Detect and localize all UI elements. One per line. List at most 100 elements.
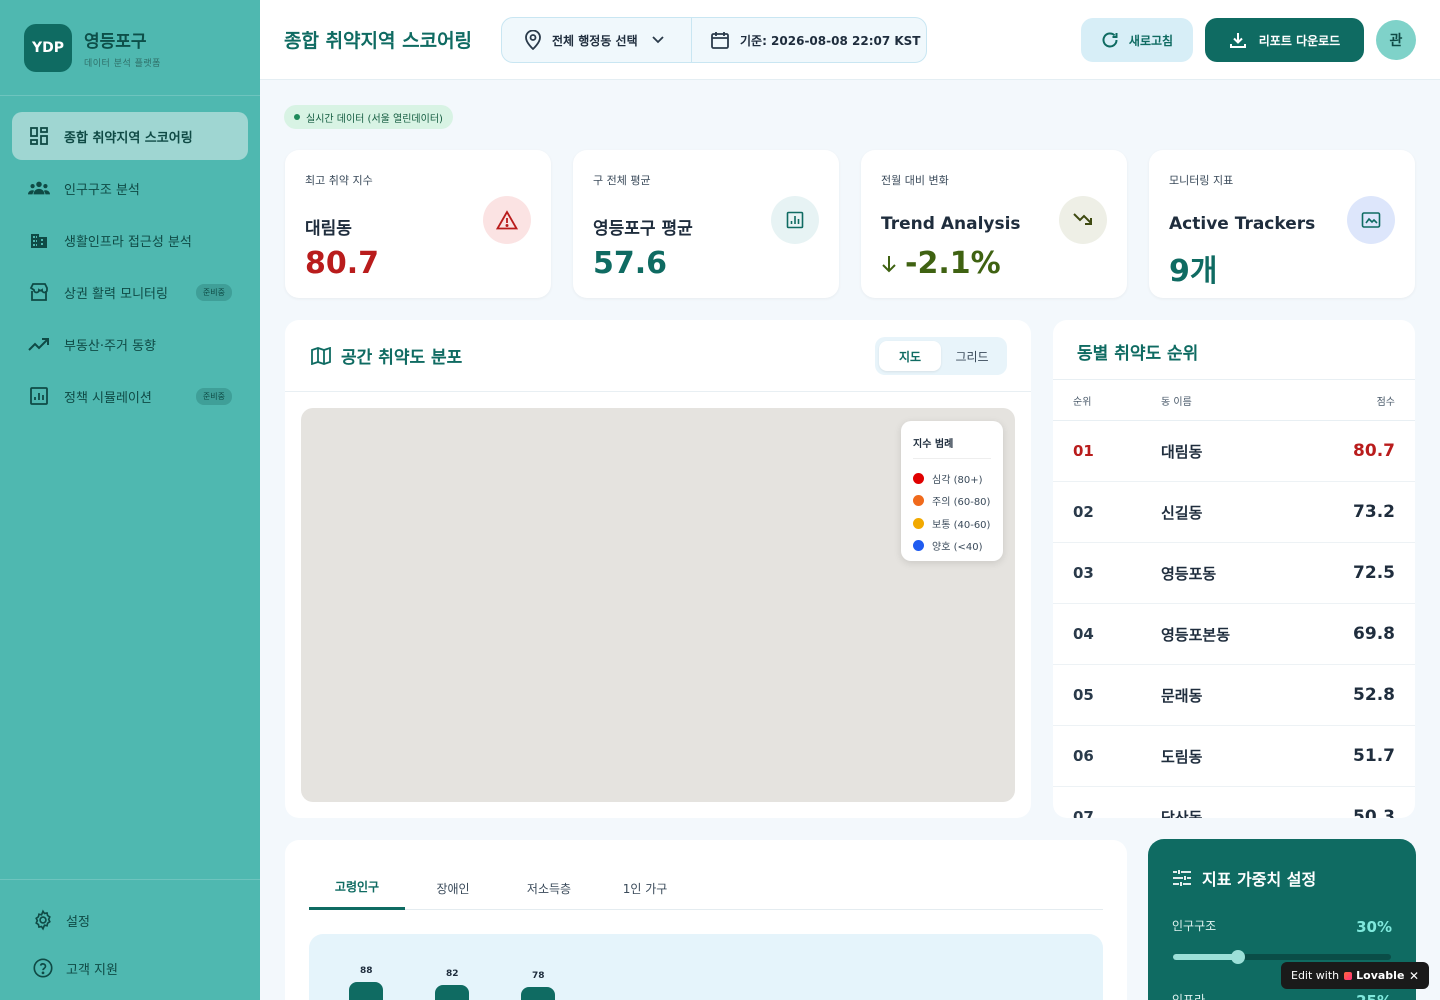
refresh-icon xyxy=(1101,31,1119,49)
timestamp: 기준: 2026-08-08 22:07 KST xyxy=(692,30,921,50)
weight-label-infrastructure: 인프라 xyxy=(1172,993,1206,1000)
sidebar-item-support[interactable]: 고객 지원 xyxy=(12,944,248,992)
stat-card-district-average: 구 전체 평균 영등포구 평균 57.6 xyxy=(573,150,839,298)
toggle-map[interactable]: 지도 xyxy=(879,341,941,371)
sidebar-item-label: 생활인프라 접근성 분석 xyxy=(64,234,192,250)
map-canvas[interactable]: 지수 범례 심각 (80+) 주의 (60-80) 보통 (40-60) 양호 … xyxy=(301,408,1015,802)
sliders-icon xyxy=(1172,869,1192,887)
chevron-down-icon xyxy=(652,36,664,44)
warning-icon xyxy=(483,196,531,244)
dashboard-icon xyxy=(28,125,50,147)
stat-value: 80.7 xyxy=(305,246,380,281)
coming-soon-badge: 준비중 xyxy=(195,283,232,301)
refresh-label: 새로고침 xyxy=(1128,33,1174,48)
brand-logo: YDP xyxy=(24,23,72,72)
sidebar-item-infrastructure[interactable]: 생활인프라 접근성 분석 xyxy=(12,216,248,264)
table-row[interactable]: 01 대림동 80.7 xyxy=(1053,421,1415,482)
table-row[interactable]: 07 당산동 50.3 xyxy=(1053,787,1415,818)
weight-title-text: 지표 가중치 설정 xyxy=(1202,870,1317,889)
legend-dot xyxy=(913,517,924,529)
lovable-logo-icon xyxy=(1344,971,1353,980)
sidebar-item-label: 부동산·주거 동향 xyxy=(64,338,156,354)
legend-dot xyxy=(913,472,924,484)
avatar[interactable]: 관 xyxy=(1376,20,1416,60)
trend-down-icon xyxy=(1059,196,1107,244)
district-name: 문래동 xyxy=(1161,686,1203,705)
stat-card-max-vulnerability: 최고 취약 지수 대림동 80.7 xyxy=(285,150,551,298)
weight-value-population: 30% xyxy=(1356,918,1392,936)
help-icon xyxy=(32,957,54,979)
district-name: 신길동 xyxy=(1161,503,1203,522)
live-dot xyxy=(294,114,300,120)
weight-slider-population[interactable] xyxy=(1173,950,1391,964)
map-panel: 공간 취약도 분포 지도 그리드 지수 범례 심각 (80+) 주의 (60-8… xyxy=(285,320,1031,818)
sidebar-item-label: 인구구조 분석 xyxy=(64,182,140,198)
tab-low-income[interactable]: 저소득층 xyxy=(501,866,597,910)
chart-bar[interactable] xyxy=(521,987,555,1000)
brand[interactable]: YDP 영등포구 데이터 분석 플랫폼 xyxy=(0,0,260,96)
chart-bar[interactable] xyxy=(349,982,383,1000)
district-name: 대림동 xyxy=(1161,442,1203,461)
sidebar-item-realestate[interactable]: 부동산·주거 동향 xyxy=(12,320,248,368)
legend-label: 주의 (60-80) xyxy=(932,497,991,509)
stat-label: 전월 대비 변화 xyxy=(881,174,949,187)
rank-number: 01 xyxy=(1073,442,1094,460)
table-row[interactable]: 05 문래동 52.8 xyxy=(1053,665,1415,726)
legend-label: 양호 (<40) xyxy=(932,542,983,554)
location-pin-icon xyxy=(524,30,542,50)
view-toggle: 지도 그리드 xyxy=(875,337,1007,375)
district-select[interactable]: 전체 행정동 선택 xyxy=(502,18,692,62)
weight-label-population: 인구구조 xyxy=(1172,919,1217,933)
stat-name: Trend Analysis xyxy=(881,214,1021,234)
filter-bar: 전체 행정동 선택 기준: 2026-08-08 22:07 KST xyxy=(501,17,927,63)
close-icon[interactable]: ✕ xyxy=(1409,969,1419,983)
sidebar-item-label: 상권 활력 모니터링 xyxy=(64,286,168,302)
table-row[interactable]: 06 도림동 51.7 xyxy=(1053,726,1415,787)
ranking-panel: 동별 취약도 순위 순위 동 이름 점수 01 대림동 80.7 02 신길동 … xyxy=(1053,320,1415,818)
weight-value-infrastructure: 25% xyxy=(1356,992,1392,1000)
district-name: 당산동 xyxy=(1161,808,1203,819)
sidebar-item-population[interactable]: 인구구조 분석 xyxy=(12,164,248,212)
chart-bar-value: 78 xyxy=(532,971,545,982)
chart-bar-value: 82 xyxy=(446,969,459,980)
stat-name: Active Trackers xyxy=(1169,214,1316,234)
sidebar-item-settings[interactable]: 설정 xyxy=(12,896,248,944)
lovable-prefix: Edit with xyxy=(1291,969,1340,982)
legend-item-good: 양호 (<40) xyxy=(913,535,991,558)
rank-number: 03 xyxy=(1073,564,1094,582)
refresh-button[interactable]: 새로고침 xyxy=(1081,18,1193,62)
tab-elderly[interactable]: 고령인구 xyxy=(309,866,405,910)
chart-bar-value: 88 xyxy=(360,966,373,977)
district-select-value: 전체 행정동 선택 xyxy=(552,33,638,48)
people-icon xyxy=(28,177,50,199)
settings-label: 설정 xyxy=(66,914,90,930)
brand-subtitle: 데이터 분석 플랫폼 xyxy=(84,58,161,69)
download-report-button[interactable]: 리포트 다운로드 xyxy=(1205,18,1364,62)
live-data-badge: 실시간 데이터 (서울 열린데이터) xyxy=(284,105,453,129)
stat-value: 9개 xyxy=(1169,254,1218,289)
toggle-grid[interactable]: 그리드 xyxy=(941,341,1003,371)
sidebar-item-commerce[interactable]: 상권 활력 모니터링 준비중 xyxy=(12,268,248,316)
table-row[interactable]: 04 영등포본동 69.8 xyxy=(1053,604,1415,665)
support-label: 고객 지원 xyxy=(66,962,118,978)
ranking-header-row: 순위 동 이름 점수 xyxy=(1053,380,1415,421)
legend-item-normal: 보통 (40-60) xyxy=(913,512,991,535)
chart-bar[interactable] xyxy=(435,985,469,1000)
sidebar-item-policy[interactable]: 정책 시뮬레이션 준비중 xyxy=(12,372,248,420)
stat-label: 최고 취약 지수 xyxy=(305,174,373,187)
stat-label: 모니터링 지표 xyxy=(1169,174,1234,187)
table-row[interactable]: 03 영등포동 72.5 xyxy=(1053,543,1415,604)
sidebar-item-scoring[interactable]: 종합 취약지역 스코어링 xyxy=(12,112,248,160)
download-label: 리포트 다운로드 xyxy=(1258,33,1341,48)
tab-single-household[interactable]: 1인 가구 xyxy=(597,866,693,910)
legend-item-severe: 심각 (80+) xyxy=(913,467,991,490)
district-name: 도림동 xyxy=(1161,747,1203,766)
slider-thumb[interactable] xyxy=(1231,950,1246,964)
table-row[interactable]: 02 신길동 73.2 xyxy=(1053,482,1415,543)
rank-number: 07 xyxy=(1073,808,1094,818)
tab-disabled[interactable]: 장애인 xyxy=(405,866,501,910)
top-header: 종합 취약지역 스코어링 전체 행정동 선택 기준: 2026-08-08 22… xyxy=(260,0,1440,80)
stat-name: 대림동 xyxy=(305,219,352,239)
store-icon xyxy=(28,281,50,303)
edit-with-lovable-badge[interactable]: Edit with Lovable ✕ xyxy=(1281,962,1429,989)
